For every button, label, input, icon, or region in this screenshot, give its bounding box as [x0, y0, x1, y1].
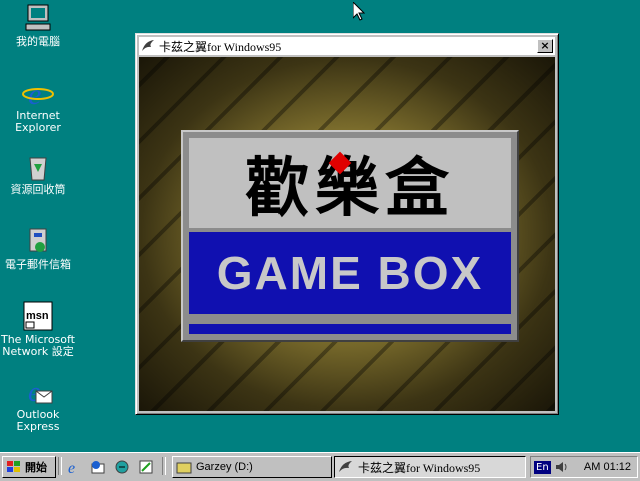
inbox-icon	[22, 225, 54, 257]
desktop-icon-outlook-express[interactable]: e Outlook Express	[0, 375, 76, 433]
system-tray: En AM 01:12	[530, 456, 638, 478]
desktop-icon-label: 我的電腦	[16, 35, 60, 48]
clock[interactable]: AM 01:12	[584, 461, 631, 473]
desktop-icon-inbox[interactable]: 電子郵件信箱	[0, 225, 76, 271]
mouse-cursor-icon	[352, 0, 366, 24]
game-box-logo: 歡樂盒 GAME BOX	[181, 130, 519, 342]
window-title: 卡茲之翼for Windows95	[159, 39, 282, 54]
svg-text:e: e	[28, 78, 41, 108]
svg-text:msn: msn	[26, 310, 49, 322]
desktop-icon-label: The Microsoft Network 設定	[0, 333, 75, 358]
folder-icon	[176, 460, 192, 474]
task-button-garzey-drive[interactable]: Garzey (D:)	[172, 456, 332, 478]
outlook-express-icon: e	[22, 375, 54, 408]
desktop-icon-internet-explorer[interactable]: e Internet Explorer	[0, 76, 76, 134]
logo-chinese-text: 歡樂盒	[245, 152, 455, 226]
desktop-icon-label: 資源回收筒	[10, 183, 66, 196]
start-button[interactable]: 開始	[2, 456, 56, 478]
desktop-icon-label: Internet Explorer	[15, 109, 61, 134]
taskbar-separator	[58, 457, 62, 475]
start-label: 開始	[25, 461, 47, 474]
desktop-icon-my-computer[interactable]: 我的電腦	[0, 2, 76, 48]
taskbar-separator	[162, 457, 166, 475]
taskbar: 開始 e Garzey (D:) 卡茲之翼for Windows95 En AM…	[0, 452, 640, 481]
logo-stripe	[189, 324, 511, 334]
desktop-icon-recycle-bin[interactable]: 資源回收筒	[0, 150, 76, 196]
task-label: 卡茲之翼for Windows95	[358, 460, 481, 475]
logo-english-text: GAME BOX	[216, 247, 484, 299]
quicklaunch-channels-icon[interactable]	[138, 459, 154, 475]
recycle-bin-icon	[22, 150, 54, 182]
splash-screen: 歡樂盒 GAME BOX	[139, 57, 555, 411]
windows-logo-icon	[6, 460, 22, 474]
desktop-icon-label: 電子郵件信箱	[5, 258, 71, 271]
language-indicator[interactable]: En	[534, 460, 551, 474]
app-icon	[338, 460, 354, 474]
logo-english-panel: GAME BOX	[189, 232, 511, 314]
speaker-icon[interactable]	[555, 460, 569, 474]
close-button[interactable]: ×	[537, 39, 553, 53]
app-icon	[141, 39, 155, 53]
internet-explorer-icon: e	[22, 76, 54, 111]
quicklaunch-desktop-icon[interactable]	[114, 459, 130, 475]
quicklaunch-outlook-icon[interactable]	[90, 459, 106, 475]
task-label: Garzey (D:)	[196, 461, 253, 473]
task-button-game[interactable]: 卡茲之翼for Windows95	[334, 456, 526, 478]
desktop-icon-msn-setup[interactable]: msn The Microsoft Network 設定	[0, 300, 76, 358]
desktop-icon-label: Outlook Express	[16, 408, 60, 433]
msn-icon: msn	[22, 300, 54, 332]
svg-text:e: e	[68, 460, 75, 475]
window-title-bar[interactable]: 卡茲之翼for Windows95 ×	[139, 37, 555, 55]
quicklaunch-ie-icon[interactable]: e	[66, 459, 82, 477]
logo-chinese-panel: 歡樂盒	[189, 138, 511, 228]
computer-icon	[22, 2, 54, 34]
game-window: 卡茲之翼for Windows95 × 歡樂盒 GAME BOX	[135, 33, 559, 415]
